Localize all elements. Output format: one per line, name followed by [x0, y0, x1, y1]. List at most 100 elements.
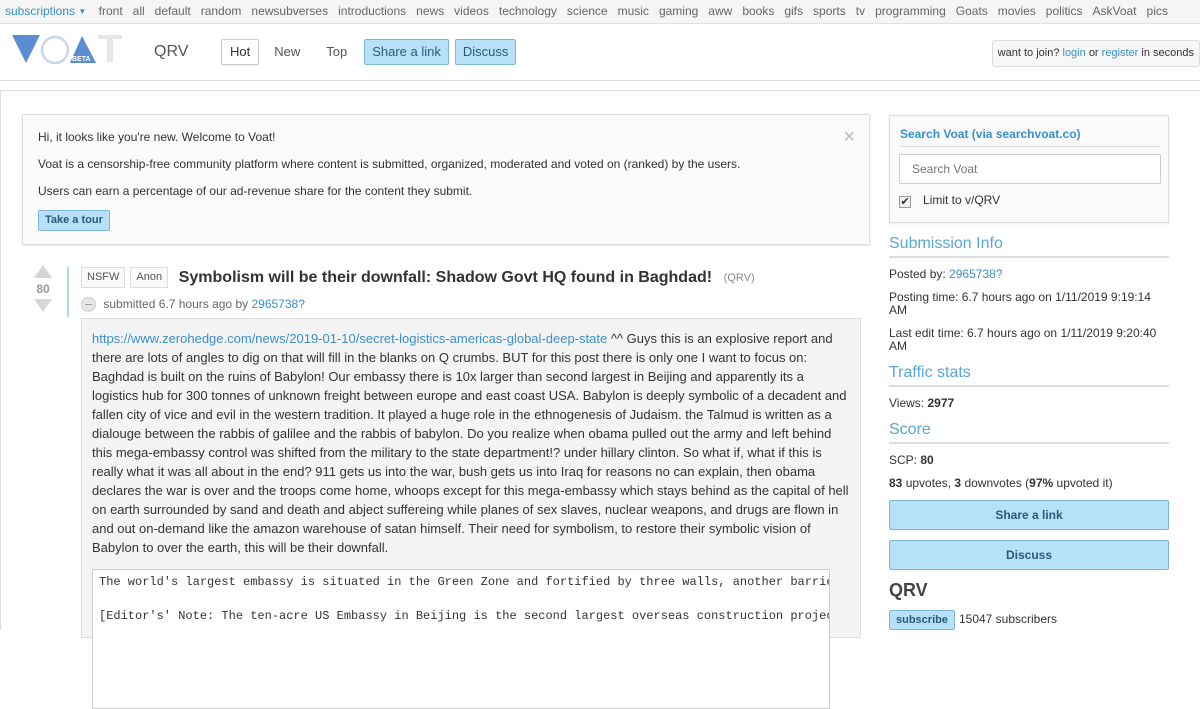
subverse-link-askvoat[interactable]: AskVoat: [1092, 4, 1136, 18]
subverse-link-gaming[interactable]: gaming: [659, 4, 698, 18]
logo-o-shape: [40, 35, 70, 65]
close-icon[interactable]: ×: [843, 127, 855, 147]
join-prefix: want to join?: [997, 47, 1060, 59]
subverse-link-random[interactable]: random: [201, 4, 242, 18]
subscribe-row: subscribe 15047 subscribers: [889, 610, 1057, 630]
subverse-link-politics[interactable]: politics: [1046, 4, 1083, 18]
downvotes-label: downvotes (: [964, 476, 1030, 490]
subverse-link-aww[interactable]: aww: [708, 4, 732, 18]
tab-hot[interactable]: Hot: [221, 39, 260, 65]
downvotes-count: 3: [954, 476, 962, 490]
collapse-icon[interactable]: [81, 297, 96, 313]
welcome-panel: Hi, it looks like you're new. Welcome to…: [22, 114, 870, 245]
views-label: Views:: [889, 396, 925, 410]
post-text: https://www.zerohedge.com/news/2019-01-1…: [92, 329, 850, 557]
subverse-link-default[interactable]: default: [155, 4, 191, 18]
anon-tag: Anon: [130, 267, 169, 288]
subverse-link-pics[interactable]: pics: [1147, 4, 1168, 18]
join-prompt: want to join? login or register in secon…: [991, 40, 1200, 67]
downvote-arrow-icon[interactable]: [34, 299, 52, 312]
posted-by-label: Posted by:: [889, 267, 946, 281]
subverse-link-technology[interactable]: technology: [499, 4, 557, 18]
voat-logo[interactable]: BETA: [10, 33, 125, 69]
post-accent-bar: [67, 267, 69, 317]
score-heading: Score: [889, 421, 1169, 444]
subverse-link-tv[interactable]: tv: [856, 4, 865, 18]
subverse-link-videos[interactable]: videos: [454, 4, 489, 18]
upvote-arrow-icon[interactable]: [34, 265, 52, 278]
search-divider: [900, 146, 1160, 147]
traffic-stats-heading: Traffic stats: [889, 364, 1169, 387]
post-meta: submitted 6.7 hours ago by 2965738?: [81, 297, 305, 313]
subverse-link-introductions[interactable]: introductions: [338, 4, 406, 18]
post-header: NSFW Anon Symbolism will be their downfal…: [81, 267, 861, 313]
tab-top[interactable]: Top: [317, 39, 356, 65]
scp-row: SCP: 80: [889, 454, 1169, 467]
logo-beta-badge: BETA: [72, 56, 91, 63]
subverse-link-music[interactable]: music: [618, 4, 649, 18]
subverse-link-science[interactable]: science: [567, 4, 608, 18]
subverse-link-movies[interactable]: movies: [998, 4, 1036, 18]
limit-row: ✔ Limit to v/QRV: [899, 193, 1000, 208]
post-domain[interactable]: (QRV): [724, 272, 755, 284]
subverse-links: front all default random newsubverses introdu…: [94, 4, 1173, 18]
take-tour-button[interactable]: Take a tour: [38, 210, 110, 231]
views-row: Views: 2977: [889, 397, 1169, 410]
register-link[interactable]: register: [1102, 47, 1139, 59]
posting-time: Posting time: 6.7 hours ago on 1/11/2019…: [889, 290, 1151, 317]
welcome-line-3: Users can earn a percentage of our ad-re…: [38, 184, 473, 198]
subverse-link-newsubverses[interactable]: newsubverses: [251, 4, 328, 18]
post-title[interactable]: Symbolism will be their downfall: Shadow…: [179, 269, 712, 286]
posted-by-link[interactable]: 2965738?: [949, 267, 1002, 281]
sidebar-discuss-button[interactable]: Discuss: [889, 540, 1169, 570]
subverse-link-sports[interactable]: sports: [813, 4, 846, 18]
search-title-link[interactable]: Search Voat (via searchvoat.co): [900, 127, 1081, 141]
vote-column: 80: [31, 265, 55, 312]
code-quote-block: The world's largest embassy is situated …: [92, 569, 830, 709]
upvoted-label: upvoted it): [1056, 476, 1113, 490]
subscribe-button[interactable]: subscribe: [889, 610, 955, 630]
quote-line-1: The world's largest embassy is situated …: [99, 575, 830, 589]
submitted-label: submitted: [103, 297, 156, 311]
welcome-line-1: Hi, it looks like you're new. Welcome to…: [38, 130, 276, 144]
upvotes-label: upvotes,: [905, 476, 952, 490]
logo-t-stem: [107, 35, 113, 62]
subverse-link-programming[interactable]: programming: [875, 4, 946, 18]
last-edit-time: Last edit time: 6.7 hours ago on 1/11/20…: [889, 326, 1157, 353]
upvoted-percent: 97%: [1029, 476, 1054, 490]
subverse-link-news[interactable]: news: [416, 4, 444, 18]
post-body: https://www.zerohedge.com/news/2019-01-1…: [81, 318, 861, 709]
post-body-text: ^^ Guys this is an explosive report and …: [92, 331, 849, 555]
post-score: 80: [36, 282, 50, 296]
subverse-link-gifs[interactable]: gifs: [784, 4, 803, 18]
subverse-link-books[interactable]: books: [742, 4, 774, 18]
nsfw-tag: NSFW: [81, 267, 126, 288]
discuss-button[interactable]: Discuss: [454, 39, 517, 65]
share-link-button[interactable]: Share a link: [364, 39, 449, 65]
subverse-title[interactable]: QRV: [154, 43, 188, 61]
welcome-line-2: Voat is a censorship-free community plat…: [38, 157, 741, 171]
submitted-time: 6.7 hours ago: [158, 297, 233, 311]
subscriptions-dropdown[interactable]: subscriptions ▼: [5, 4, 86, 18]
post-external-link[interactable]: https://www.zerohedge.com/news/2019-01-1…: [92, 331, 607, 346]
chevron-down-icon: ▼: [78, 7, 87, 16]
tab-new[interactable]: New: [265, 39, 309, 65]
limit-checkbox[interactable]: ✔: [899, 196, 911, 208]
submission-info-heading: Submission Info: [889, 235, 1169, 258]
sidebar-share-link-button[interactable]: Share a link: [889, 500, 1169, 530]
sidebar-subverse-name: QRV: [889, 580, 928, 600]
scp-value: 80: [920, 453, 934, 467]
upvotes-count: 83: [889, 476, 903, 490]
top-subverse-bar: subscriptions ▼ front all default random new…: [0, 0, 1200, 24]
author-link[interactable]: 2965738?: [251, 297, 304, 311]
subverse-link-goats[interactable]: Goats: [956, 4, 988, 18]
subscriber-count: 15047 subscribers: [958, 612, 1058, 626]
quote-line-2: [Editor's' Note: The ten-acre US Embassy…: [99, 609, 830, 623]
subverse-link-front[interactable]: front: [99, 4, 123, 18]
logo-v-shape: [12, 35, 40, 63]
search-input[interactable]: [899, 154, 1161, 184]
login-link[interactable]: login: [1063, 47, 1086, 59]
join-suffix: in seconds: [1141, 47, 1194, 59]
subverse-link-all[interactable]: all: [133, 4, 145, 18]
votes-row: 83 upvotes, 3 downvotes (97% upvoted it): [889, 477, 1169, 490]
